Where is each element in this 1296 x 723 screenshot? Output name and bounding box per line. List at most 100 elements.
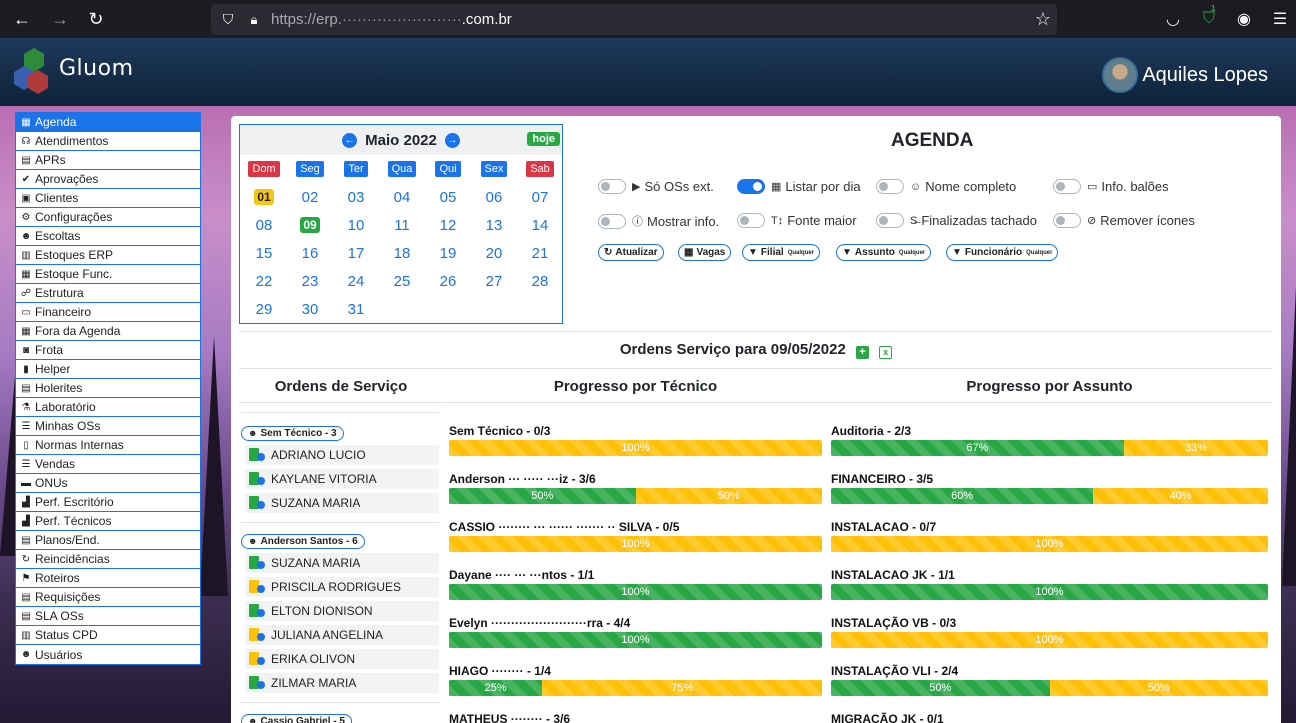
list-item[interactable]: ADRIANO LUCIO: [245, 444, 439, 465]
sidebar-item-perf-t-cnicos[interactable]: ▟ Perf. Técnicos: [16, 512, 200, 531]
calendar-day[interactable]: 10: [333, 211, 379, 239]
sidebar-item-status-cpd[interactable]: ▥ Status CPD: [16, 626, 200, 645]
list-item[interactable]: ELTON DIONISON: [245, 600, 439, 621]
sidebar-item-sla-oss[interactable]: ▤ SLA OSs: [16, 607, 200, 626]
calendar-day[interactable]: 13: [471, 211, 517, 239]
calendar-day[interactable]: 25: [379, 267, 425, 295]
add-calendar-icon[interactable]: +: [855, 346, 869, 359]
technician-badge[interactable]: ☻ Anderson Santos - 6: [241, 533, 365, 549]
calendar-day[interactable]: 18: [379, 239, 425, 267]
toggle-switch[interactable]: [876, 179, 904, 194]
url-bar[interactable]: ⛉ 🔒︎ https://erp.·······················…: [211, 4, 1057, 35]
calendar-day[interactable]: 05: [425, 183, 471, 211]
progress-bar[interactable]: 50% 50%: [831, 680, 1268, 696]
sidebar-item-estoque-func-[interactable]: ▦ Estoque Func.: [16, 265, 200, 284]
progress-bar[interactable]: 100%: [449, 536, 822, 552]
back-arrow-icon[interactable]: ←: [4, 0, 40, 38]
sidebar-item-roteiros[interactable]: ⚑ Roteiros: [16, 569, 200, 588]
atualizar-button[interactable]: ↻ Atualizar: [598, 244, 664, 261]
sidebar-item-escoltas[interactable]: ☻ Escoltas: [16, 227, 200, 246]
sidebar-item-minhas-oss[interactable]: ☰ Minhas OSs: [16, 417, 200, 436]
progress-bar[interactable]: 100%: [831, 536, 1268, 552]
progress-bar[interactable]: 100%: [449, 440, 822, 456]
sidebar-item-aprova-es[interactable]: ✔ Aprovações: [16, 170, 200, 189]
calendar-day[interactable]: 21: [517, 239, 563, 267]
sidebar-item-normas-internas[interactable]: ▯ Normas Internas: [16, 436, 200, 455]
technician-badge[interactable]: ☻ Sem Técnico - 3: [241, 425, 344, 441]
progress-bar[interactable]: 67% 33%: [831, 440, 1268, 456]
progress-bar[interactable]: 25% 75%: [449, 680, 822, 696]
calendar-day[interactable]: 08: [241, 211, 287, 239]
sidebar-item-frota[interactable]: ◙ Frota: [16, 341, 200, 360]
calendar-day[interactable]: 15: [241, 239, 287, 267]
calendar-day[interactable]: 12: [425, 211, 471, 239]
sidebar-item-estoques-erp[interactable]: ▥ Estoques ERP: [16, 246, 200, 265]
profile-icon[interactable]: ◉: [1231, 0, 1257, 38]
sidebar-item-onus[interactable]: ▬ ONUs: [16, 474, 200, 493]
calendar-day[interactable]: 29: [241, 295, 287, 323]
list-item[interactable]: ERIKA OLIVON: [245, 648, 439, 669]
calendar-day[interactable]: 01: [241, 183, 287, 211]
sidebar-item-vendas[interactable]: ☰ Vendas: [16, 455, 200, 474]
sidebar-item-aprs[interactable]: ▤ APRs: [16, 151, 200, 170]
filial-button[interactable]: ▼ Filial Qualquer: [742, 244, 821, 261]
sidebar-item-helper[interactable]: ▮ Helper: [16, 360, 200, 379]
calendar-day[interactable]: 31: [333, 295, 379, 323]
toggle-switch[interactable]: [737, 213, 765, 228]
sidebar-item-atendimentos[interactable]: ☊ Atendimentos: [16, 132, 200, 151]
progress-bar[interactable]: 50% 50%: [449, 488, 822, 504]
sidebar-item-estrutura[interactable]: ☍ Estrutura: [16, 284, 200, 303]
calendar-day[interactable]: 11: [379, 211, 425, 239]
progress-bar[interactable]: 100%: [449, 632, 822, 648]
user-menu[interactable]: Aquiles Lopes: [1102, 57, 1268, 93]
calendar-day[interactable]: 17: [333, 239, 379, 267]
calendar-day[interactable]: 28: [517, 267, 563, 295]
calendar-day[interactable]: 03: [333, 183, 379, 211]
sidebar-item-agenda[interactable]: ▦ Agenda: [16, 113, 200, 132]
funcion-rio-button[interactable]: ▼ Funcionário Qualquer: [946, 244, 1059, 261]
sidebar-item-usu-rios[interactable]: ☻ Usuários: [16, 645, 200, 664]
sidebar-item-perf-escrit-rio[interactable]: ▟ Perf. Escritório: [16, 493, 200, 512]
toggle-switch[interactable]: [598, 213, 626, 229]
pocket-icon[interactable]: ◡: [1160, 0, 1186, 38]
calendar-day[interactable]: 14: [517, 211, 563, 239]
calendar-day[interactable]: 20: [471, 239, 517, 267]
lock-icon[interactable]: 🔒︎: [247, 12, 261, 28]
list-item[interactable]: SUZANA MARIA: [245, 552, 439, 573]
calendar-day[interactable]: 19: [425, 239, 471, 267]
vagas-button[interactable]: ▦ Vagas: [678, 244, 732, 261]
calendar-day[interactable]: 09: [287, 211, 333, 239]
today-button[interactable]: hoje: [527, 132, 560, 146]
bookmark-star-icon[interactable]: ☆: [1035, 9, 1051, 30]
next-month-arrow-icon[interactable]: →: [444, 132, 460, 148]
toggle-switch[interactable]: [737, 179, 765, 194]
progress-bar[interactable]: 60% 40%: [831, 488, 1268, 504]
gluom-logo[interactable]: Gluom: [14, 46, 133, 96]
toggle-switch[interactable]: [598, 179, 626, 194]
extension-shield-icon[interactable]: ⛉ 1: [1196, 0, 1222, 38]
sidebar-item-financeiro[interactable]: ▭ Financeiro: [16, 303, 200, 322]
calendar-day[interactable]: 30: [287, 295, 333, 323]
progress-bar[interactable]: 100%: [831, 632, 1268, 648]
sidebar-item-clientes[interactable]: ▣ Clientes: [16, 189, 200, 208]
calendar-day[interactable]: 16: [287, 239, 333, 267]
prev-month-arrow-icon[interactable]: ←: [342, 132, 358, 148]
progress-bar[interactable]: 100%: [831, 584, 1268, 600]
list-item[interactable]: SUZANA MARIA: [245, 492, 439, 513]
list-item[interactable]: KAYLANE VITORIA: [245, 468, 439, 489]
calendar-day[interactable]: 26: [425, 267, 471, 295]
calendar-day[interactable]: 02: [287, 183, 333, 211]
calendar-day[interactable]: 22: [241, 267, 287, 295]
calendar-day[interactable]: 07: [517, 183, 563, 211]
tracking-shield-icon[interactable]: ⛉: [219, 11, 237, 28]
toggle-switch[interactable]: [1053, 213, 1081, 228]
list-item[interactable]: JULIANA ANGELINA: [245, 624, 439, 645]
toggle-switch[interactable]: [876, 213, 904, 228]
list-item[interactable]: PRISCILA RODRIGUES: [245, 576, 439, 597]
sidebar-item-requisi-es[interactable]: ▤ Requisições: [16, 588, 200, 607]
list-item[interactable]: ZILMAR MARIA: [245, 672, 439, 693]
calendar-day[interactable]: 04: [379, 183, 425, 211]
technician-badge[interactable]: ☻ Cassio Gabriel - 5: [241, 713, 352, 723]
sidebar-item-planos-end-[interactable]: ▤ Planos/End.: [16, 531, 200, 550]
calendar-day[interactable]: 06: [471, 183, 517, 211]
